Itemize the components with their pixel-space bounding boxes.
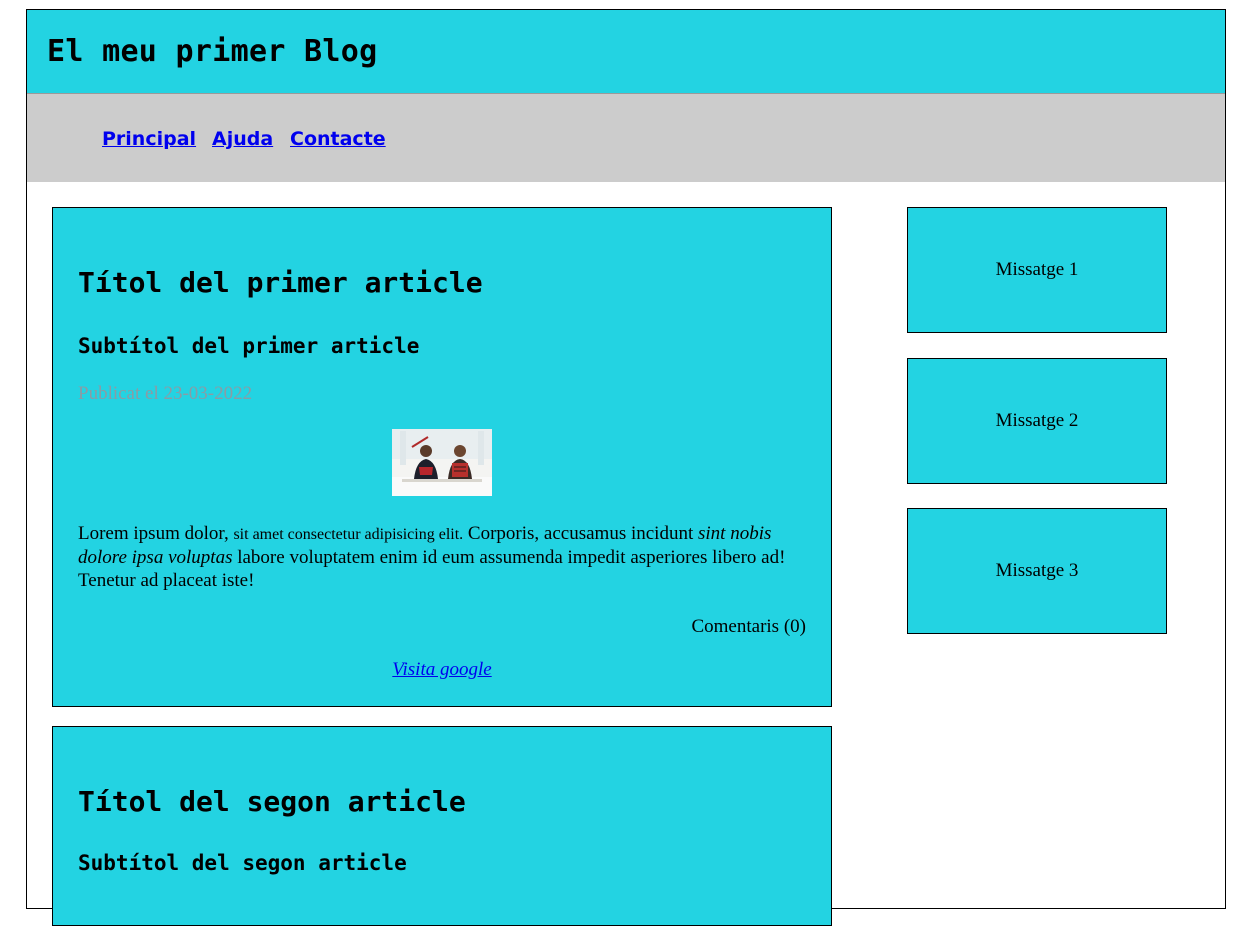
article-body: Lorem ipsum dolor, sit amet consectetur …	[78, 522, 808, 592]
article-card: Títol del segon article Subtítol del seg…	[52, 726, 832, 926]
site-title: El meu primer Blog	[47, 34, 378, 69]
nav-link-contacte[interactable]: Contacte	[290, 128, 386, 150]
article-title: Títol del segon article	[78, 785, 466, 818]
article-comments-count: Comentaris (0)	[691, 616, 806, 637]
visit-google-link[interactable]: Visita google	[392, 659, 491, 680]
article-body-text: Lorem ipsum dolor,	[78, 523, 234, 544]
article-card: Títol del primer article Subtítol del pr…	[52, 207, 832, 707]
article-date: Publicat el 23-03-2022	[78, 383, 253, 404]
sidebar-message-label: Missatge 3	[995, 560, 1079, 581]
blog-page: El meu primer Blog Principal Ajuda Conta…	[26, 9, 1226, 926]
sidebar-message: Missatge 2	[907, 358, 1167, 484]
sidebar-message-label: Missatge 2	[995, 410, 1079, 431]
nav-link-ajuda[interactable]: Ajuda	[212, 128, 273, 150]
main-nav: Principal Ajuda Contacte	[27, 94, 1225, 182]
article-link-wrapper: Visita google	[53, 659, 831, 681]
site-header: El meu primer Blog	[27, 10, 1225, 94]
article-body-small-text: sit amet consectetur adipisicing elit.	[233, 526, 464, 543]
sidebar-message: Missatge 1	[907, 207, 1167, 333]
article-subtitle: Subtítol del segon article	[78, 851, 407, 875]
nav-link-principal[interactable]: Principal	[102, 128, 196, 150]
article-image	[392, 429, 492, 496]
article-subtitle: Subtítol del primer article	[78, 334, 420, 358]
article-body-text: Corporis, accusamus incidunt	[463, 523, 698, 544]
article-title: Títol del primer article	[78, 266, 483, 299]
sidebar-message: Missatge 3	[907, 508, 1167, 634]
sidebar-message-label: Missatge 1	[995, 259, 1079, 280]
